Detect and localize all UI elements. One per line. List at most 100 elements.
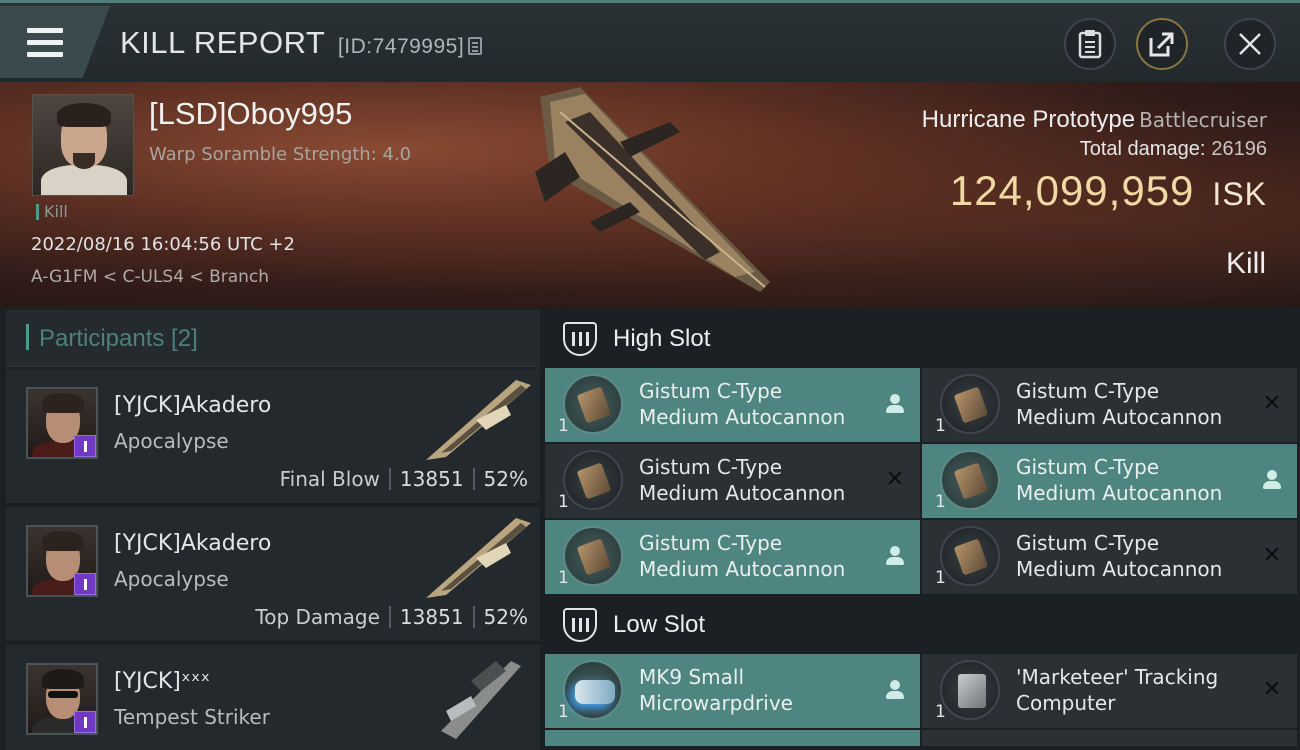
participant-row[interactable]: [YJCK]Akadero Apocalypse Top Damage 13851… [6, 507, 540, 643]
destroyed-icon: ✕ [885, 467, 905, 492]
isk-amount: 124,099,959 [949, 167, 1195, 214]
victim-ship-image[interactable] [520, 82, 790, 307]
module-quantity: 1 [935, 492, 946, 512]
participant-stats: Final Blow 13851 52% [280, 467, 528, 491]
module-quantity: 1 [558, 702, 569, 722]
module-quantity: 1 [558, 416, 569, 436]
warp-scramble-strength: Warp Soramble Strength: 4.0 [149, 144, 412, 165]
share-icon [1149, 32, 1174, 57]
tracking-computer-icon [940, 660, 1000, 720]
clipboard-icon [1078, 30, 1102, 59]
close-icon [1239, 33, 1261, 55]
module-item[interactable]: 1 Gistum C-Type Medium Autocannon ✕ [545, 444, 920, 518]
module-item[interactable]: 1 'Marketeer' Tracking Computer ✕ [922, 654, 1297, 728]
module-item-partial[interactable] [922, 730, 1297, 746]
participant-label: Top Damage [255, 605, 380, 629]
high-slot-title: High Slot [613, 325, 711, 352]
rank-badge-icon [74, 573, 96, 595]
module-item[interactable]: 1 Gistum C-Type Medium Autocannon [545, 368, 920, 442]
autocannon-icon [563, 526, 623, 586]
destroyed-icon: ✕ [1262, 677, 1282, 702]
share-button[interactable] [1136, 18, 1188, 70]
high-slot-header: High Slot [545, 310, 1300, 368]
module-name: Gistum C-Type Medium Autocannon [639, 455, 846, 505]
title-bar: KILL REPORT [ID:7479995] [0, 0, 1300, 82]
ship-name[interactable]: Hurricane Prototype [922, 106, 1135, 133]
autocannon-icon [940, 526, 1000, 586]
isk-currency: ISK [1212, 176, 1267, 212]
victim-name[interactable]: [LSD]Oboy995 [149, 96, 352, 132]
module-item[interactable]: 1 Gistum C-Type Medium Autocannon ✕ [922, 368, 1297, 442]
module-name: Gistum C-Type Medium Autocannon [1016, 455, 1223, 505]
total-damage-label: Total damage: [1079, 138, 1206, 160]
ship-info: Hurricane Prototype Battlecruiser Total d… [922, 106, 1267, 215]
participant-ship-image [426, 380, 531, 460]
high-slot-icon [563, 322, 597, 356]
participants-panel: Participants [2] [YJCK]Akadero Apocalyps… [6, 310, 540, 750]
participant-ship: Apocalypse [114, 567, 229, 591]
module-name: Gistum C-Type Medium Autocannon [639, 379, 846, 429]
kill-datetime: 2022/08/16 16:04:56 UTC +2 [31, 234, 295, 255]
microwarpdrive-icon [563, 660, 623, 720]
module-name: 'Marketeer' Tracking Computer [1016, 665, 1219, 715]
participant-row[interactable]: [YJCK]Akadero Apocalypse Final Blow 13851… [6, 369, 540, 505]
module-quantity: 1 [935, 416, 946, 436]
kill-report-window: KILL REPORT [ID:7479995] [LSD]Oboy995 Wa… [0, 0, 1300, 750]
total-damage: Total damage: 26196 [922, 138, 1267, 161]
victim-banner: [LSD]Oboy995 Warp Soramble Strength: 4.0… [0, 82, 1300, 307]
low-slot-icon [563, 608, 597, 642]
kill-result: Kill [1225, 247, 1266, 280]
autocannon-icon [940, 450, 1000, 510]
pilot-dropped-icon [884, 545, 906, 567]
menu-button[interactable] [0, 6, 110, 78]
copy-icon[interactable] [468, 37, 483, 55]
module-item[interactable]: 1 MK9 Small Microwarpdrive [545, 654, 920, 728]
hamburger-icon [27, 28, 63, 64]
isk-value: 124,099,959 ISK [922, 167, 1267, 215]
module-quantity: 1 [935, 702, 946, 722]
module-item[interactable]: 1 Gistum C-Type Medium Autocannon ✕ [922, 520, 1297, 594]
participant-damage: 13851 [399, 467, 464, 491]
rank-badge-icon [74, 711, 96, 733]
rank-badge-icon [74, 435, 96, 457]
participant-percent: 52% [483, 467, 528, 491]
module-quantity: 1 [935, 568, 946, 588]
close-button[interactable] [1224, 18, 1276, 70]
participants-header: Participants [2] [6, 310, 540, 367]
autocannon-icon [940, 374, 1000, 434]
kill-location: A-G1FM < C-ULS4 < Branch [31, 267, 270, 287]
page-title-text: KILL REPORT [120, 25, 325, 60]
pilot-dropped-icon [884, 679, 906, 701]
module-item[interactable]: 1 Gistum C-Type Medium Autocannon [922, 444, 1297, 518]
participant-name: [YJCK]ˣˣˣ [114, 669, 211, 694]
participant-ship: Tempest Striker [114, 705, 270, 729]
module-quantity: 1 [558, 568, 569, 588]
ship-class: Battlecruiser [1139, 108, 1267, 132]
participant-ship-image [426, 518, 531, 598]
victim-portrait[interactable] [32, 94, 134, 196]
module-item-partial[interactable] [545, 730, 920, 746]
destroyed-icon: ✕ [1262, 543, 1282, 568]
participant-name: [YJCK]Akadero [114, 393, 272, 418]
page-title: KILL REPORT [ID:7479995] [120, 25, 483, 61]
module-item[interactable]: 1 Gistum C-Type Medium Autocannon [545, 520, 920, 594]
module-name: MK9 Small Microwarpdrive [639, 665, 793, 715]
destroyed-icon: ✕ [1262, 391, 1282, 416]
clipboard-button[interactable] [1064, 18, 1116, 70]
pilot-dropped-icon [884, 393, 906, 415]
module-name: Gistum C-Type Medium Autocannon [1016, 531, 1223, 581]
participant-row[interactable]: [YJCK]ˣˣˣ Tempest Striker [6, 645, 540, 750]
participant-label: Final Blow [279, 467, 380, 491]
pilot-dropped-icon [1261, 469, 1283, 491]
kill-tag: Kill [36, 204, 68, 220]
fitting-panel: High Slot 1 Gistum C-Type Medium Autocann… [545, 310, 1300, 750]
participant-damage: 13851 [399, 605, 464, 629]
participant-percent: 52% [483, 605, 528, 629]
total-damage-value: 26196 [1211, 138, 1267, 160]
autocannon-icon [563, 374, 623, 434]
participant-stats: Top Damage 13851 52% [255, 605, 528, 629]
low-slot-header: Low Slot [545, 596, 1300, 654]
report-id: [ID:7479995] [337, 35, 465, 58]
low-slot-modules: 1 MK9 Small Microwarpdrive 1 'Marketeer' … [545, 654, 1300, 746]
participant-ship: Apocalypse [114, 429, 229, 453]
